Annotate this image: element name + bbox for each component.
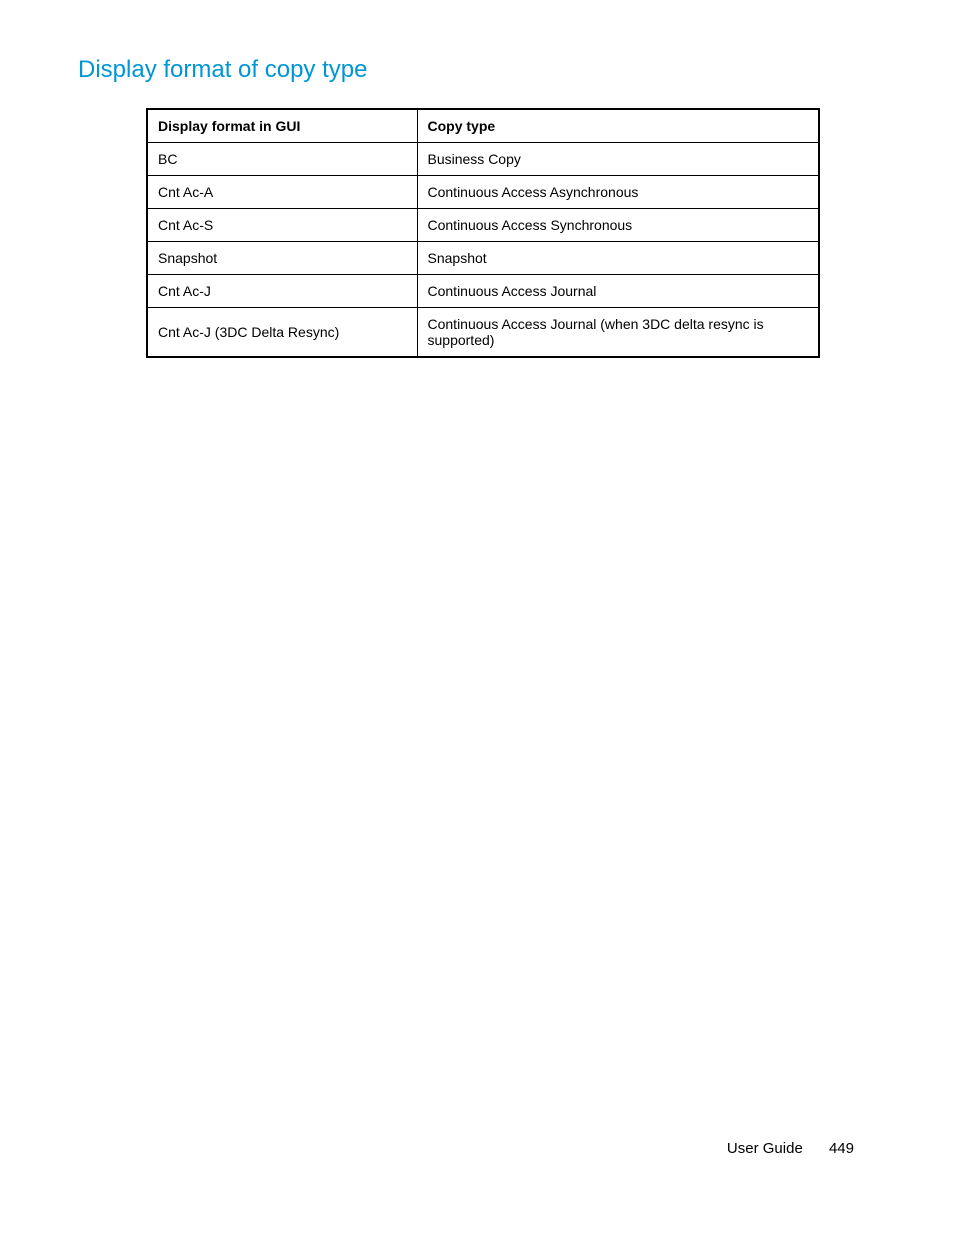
table-cell: Continuous Access Journal (when 3DC delt… — [417, 308, 819, 358]
table-cell: Snapshot — [147, 242, 417, 275]
table-row: Cnt Ac-A Continuous Access Asynchronous — [147, 176, 819, 209]
table-row: Snapshot Snapshot — [147, 242, 819, 275]
table-row: Cnt Ac-S Continuous Access Synchronous — [147, 209, 819, 242]
table-cell: BC — [147, 143, 417, 176]
table-row: Cnt Ac-J Continuous Access Journal — [147, 275, 819, 308]
table-cell: Snapshot — [417, 242, 819, 275]
table-row: BC Business Copy — [147, 143, 819, 176]
copy-type-table: Display format in GUI Copy type BC Busin… — [146, 108, 820, 358]
table-header-row: Display format in GUI Copy type — [147, 109, 819, 143]
table-header-col2: Copy type — [417, 109, 819, 143]
footer-label: User Guide — [727, 1140, 803, 1157]
table-cell: Cnt Ac-J — [147, 275, 417, 308]
table-row: Cnt Ac-J (3DC Delta Resync) Continuous A… — [147, 308, 819, 358]
table-cell: Cnt Ac-S — [147, 209, 417, 242]
page-footer: User Guide 449 — [727, 1140, 854, 1157]
table-cell: Business Copy — [417, 143, 819, 176]
section-heading: Display format of copy type — [78, 56, 876, 84]
table-header-col1: Display format in GUI — [147, 109, 417, 143]
table-cell: Continuous Access Asynchronous — [417, 176, 819, 209]
table-cell: Cnt Ac-A — [147, 176, 417, 209]
footer-page-number: 449 — [829, 1140, 854, 1157]
table-cell: Cnt Ac-J (3DC Delta Resync) — [147, 308, 417, 358]
table-cell: Continuous Access Synchronous — [417, 209, 819, 242]
table-cell: Continuous Access Journal — [417, 275, 819, 308]
